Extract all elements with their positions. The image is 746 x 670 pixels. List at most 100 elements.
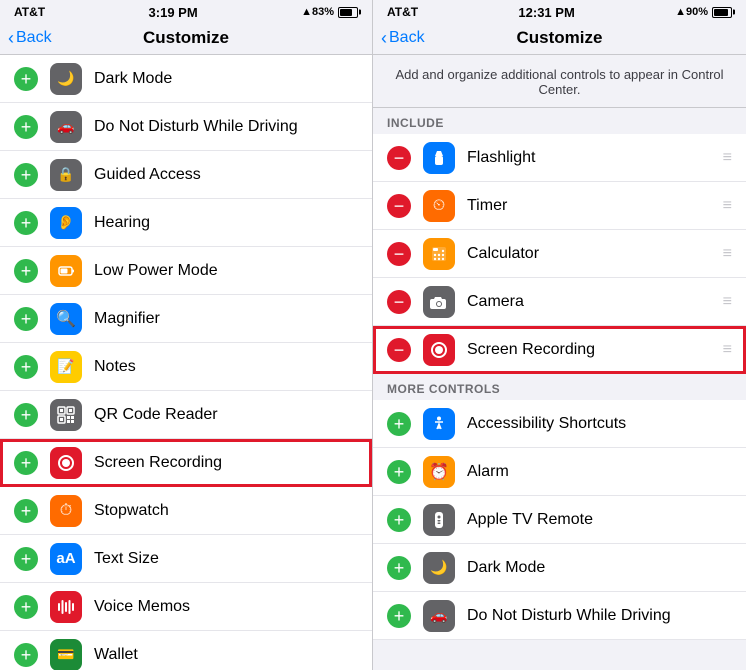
list-item[interactable]: + QR Code Reader bbox=[0, 391, 372, 439]
item-label: Stopwatch bbox=[94, 502, 358, 520]
left-nav-bar: ‹ Back Customize bbox=[0, 22, 372, 55]
hearing-icon: 👂 bbox=[50, 207, 82, 239]
item-label: Hearing bbox=[94, 214, 358, 232]
add-button[interactable]: + bbox=[14, 355, 38, 379]
calculator-icon bbox=[423, 238, 455, 270]
list-item[interactable]: + 🚗 Do Not Disturb While Driving bbox=[0, 103, 372, 151]
remove-button[interactable]: − bbox=[387, 290, 411, 314]
more-item-alarm[interactable]: + ⏰ Alarm bbox=[373, 448, 746, 496]
add-button[interactable]: + bbox=[387, 412, 411, 436]
list-item[interactable]: + 🔍 Magnifier bbox=[0, 295, 372, 343]
accessibility-icon bbox=[423, 408, 455, 440]
screen-recording-left-icon bbox=[50, 447, 82, 479]
right-status-bar: AT&T 12:31 PM ▲90% bbox=[373, 0, 746, 22]
drag-handle-icon[interactable]: ≡ bbox=[723, 293, 732, 311]
drag-handle-icon[interactable]: ≡ bbox=[723, 341, 732, 359]
include-item-camera[interactable]: − Camera ≡ bbox=[373, 278, 746, 326]
more-list: + Accessibility Shortcuts + ⏰ Alarm bbox=[373, 400, 746, 640]
camera-label: Camera bbox=[467, 293, 723, 311]
flashlight-label: Flashlight bbox=[467, 149, 723, 167]
alarm-icon: ⏰ bbox=[423, 456, 455, 488]
left-back-label[interactable]: Back bbox=[16, 29, 52, 47]
description-text: Add and organize additional controls to … bbox=[395, 67, 723, 97]
dnd2-icon: 🚗 bbox=[423, 600, 455, 632]
more-item-accessibility[interactable]: + Accessibility Shortcuts bbox=[373, 400, 746, 448]
include-item-flashlight[interactable]: − Flashlight ≡ bbox=[373, 134, 746, 182]
qr-reader-icon bbox=[50, 399, 82, 431]
add-button[interactable]: + bbox=[387, 460, 411, 484]
include-item-timer[interactable]: − ⏲ Timer ≡ bbox=[373, 182, 746, 230]
timer-icon: ⏲ bbox=[423, 190, 455, 222]
include-section: INCLUDE − Flashlight ≡ − ⏲ bbox=[373, 108, 746, 374]
appletv-label: Apple TV Remote bbox=[467, 511, 732, 529]
item-label: Guided Access bbox=[94, 166, 358, 184]
remove-button[interactable]: − bbox=[387, 338, 411, 362]
right-back-button[interactable]: ‹ Back bbox=[381, 28, 425, 49]
notes-icon: 📝 bbox=[50, 351, 82, 383]
drag-handle-icon[interactable]: ≡ bbox=[723, 149, 732, 167]
include-item-calculator[interactable]: − Calculator ≡ bbox=[373, 230, 746, 278]
right-phone-panel: AT&T 12:31 PM ▲90% ‹ Back Customize Add … bbox=[373, 0, 746, 670]
item-label: Dark Mode bbox=[94, 70, 358, 88]
screen-recording-right-label: Screen Recording bbox=[467, 341, 723, 359]
list-item[interactable]: + 📝 Notes bbox=[0, 343, 372, 391]
more-item-dnd[interactable]: + 🚗 Do Not Disturb While Driving bbox=[373, 592, 746, 640]
add-button[interactable]: + bbox=[14, 115, 38, 139]
add-button[interactable]: + bbox=[14, 643, 38, 667]
remove-button[interactable]: − bbox=[387, 146, 411, 170]
remove-button[interactable]: − bbox=[387, 194, 411, 218]
left-carrier: AT&T bbox=[14, 5, 45, 19]
list-item[interactable]: + Voice Memos bbox=[0, 583, 372, 631]
list-item[interactable]: + 🔒 Guided Access bbox=[0, 151, 372, 199]
screen-recording-left-item[interactable]: + Screen Recording bbox=[0, 439, 372, 487]
add-button[interactable]: + bbox=[14, 499, 38, 523]
right-nav-bar: ‹ Back Customize bbox=[373, 22, 746, 55]
include-section-header: INCLUDE bbox=[373, 108, 746, 134]
item-label: Low Power Mode bbox=[94, 262, 358, 280]
add-button[interactable]: + bbox=[14, 595, 38, 619]
list-item[interactable]: + aA Text Size bbox=[0, 535, 372, 583]
right-status-icons: ▲90% bbox=[675, 6, 732, 18]
add-button[interactable]: + bbox=[14, 259, 38, 283]
add-button[interactable]: + bbox=[14, 403, 38, 427]
appletv-icon bbox=[423, 504, 455, 536]
description-box: Add and organize additional controls to … bbox=[373, 55, 746, 108]
list-item[interactable]: + 🌙 Dark Mode bbox=[0, 55, 372, 103]
wallet-icon: 💳 bbox=[50, 639, 82, 670]
dark-mode-icon: 🌙 bbox=[50, 63, 82, 95]
list-item[interactable]: + Low Power Mode bbox=[0, 247, 372, 295]
right-chevron-icon: ‹ bbox=[381, 28, 387, 49]
left-phone-panel: AT&T 3:19 PM ▲83% ‹ Back Customize + 🌙 D… bbox=[0, 0, 373, 670]
screen-recording-right-item[interactable]: − Screen Recording ≡ bbox=[373, 326, 746, 374]
item-label: Text Size bbox=[94, 550, 358, 568]
more-controls-section: MORE CONTROLS + Accessibility Shortcuts … bbox=[373, 374, 746, 640]
text-size-icon: aA bbox=[50, 543, 82, 575]
add-button[interactable]: + bbox=[14, 451, 38, 475]
list-item[interactable]: + 💳 Wallet bbox=[0, 631, 372, 670]
add-button[interactable]: + bbox=[14, 547, 38, 571]
right-carrier: AT&T bbox=[387, 5, 418, 19]
add-button[interactable]: + bbox=[387, 556, 411, 580]
add-button[interactable]: + bbox=[387, 508, 411, 532]
left-back-button[interactable]: ‹ Back bbox=[8, 28, 52, 49]
add-button[interactable]: + bbox=[14, 307, 38, 331]
remove-button[interactable]: − bbox=[387, 242, 411, 266]
item-label: Do Not Disturb While Driving bbox=[94, 118, 358, 136]
add-button[interactable]: + bbox=[14, 163, 38, 187]
drag-handle-icon[interactable]: ≡ bbox=[723, 197, 732, 215]
right-back-label[interactable]: Back bbox=[389, 29, 425, 47]
add-button[interactable]: + bbox=[14, 211, 38, 235]
dnd2-label: Do Not Disturb While Driving bbox=[467, 607, 732, 625]
left-list: + 🌙 Dark Mode + 🚗 Do Not Disturb While D… bbox=[0, 55, 372, 670]
list-item[interactable]: + 👂 Hearing bbox=[0, 199, 372, 247]
flashlight-icon bbox=[423, 142, 455, 174]
list-item[interactable]: + ⏱ Stopwatch bbox=[0, 487, 372, 535]
drag-handle-icon[interactable]: ≡ bbox=[723, 245, 732, 263]
left-time: 3:19 PM bbox=[149, 5, 198, 20]
more-item-dark-mode[interactable]: + 🌙 Dark Mode bbox=[373, 544, 746, 592]
right-nav-title: Customize bbox=[517, 28, 603, 48]
add-button[interactable]: + bbox=[387, 604, 411, 628]
add-button[interactable]: + bbox=[14, 67, 38, 91]
more-item-appletv[interactable]: + Apple TV Remote bbox=[373, 496, 746, 544]
item-label: Wallet bbox=[94, 646, 358, 664]
